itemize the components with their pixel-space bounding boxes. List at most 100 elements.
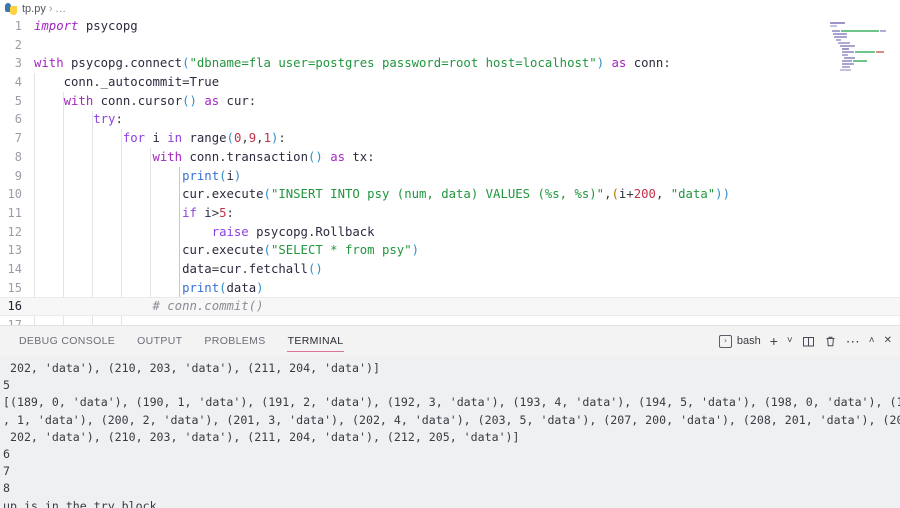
line-number: 10 xyxy=(7,187,22,202)
code-editor[interactable]: 1 import psycopg 2 3 with psycopg.connect("d… xyxy=(0,17,900,325)
code-line[interactable]: 13 cur.execute("SELECT * from psy") xyxy=(0,241,900,260)
line-number: 6 xyxy=(14,112,22,127)
token: "INSERT INTO psy (num, data) VALUES (%s,… xyxy=(270,187,605,202)
panel-tab-debug-console[interactable]: DEBUG CONSOLE xyxy=(8,326,126,356)
maximize-panel-button[interactable]: ˄ xyxy=(869,331,875,351)
more-actions-button[interactable]: ⋯ xyxy=(846,331,860,351)
code-line[interactable]: 7 for i in range(0,9,1): xyxy=(0,129,900,148)
line-content: for i in range(0,9,1): xyxy=(34,129,900,148)
code-line[interactable]: 10 cur.execute("INSERT INTO psy (num, da… xyxy=(0,185,900,204)
line-number: 4 xyxy=(14,75,22,90)
token: connect xyxy=(130,56,183,71)
new-terminal-button[interactable]: + xyxy=(770,331,778,351)
token: data xyxy=(226,280,257,295)
token: if xyxy=(182,205,197,220)
line-content: with psycopg.connect("dbname=fla user=po… xyxy=(34,54,900,73)
code-line[interactable]: 15 print(data) xyxy=(0,279,900,298)
token: . xyxy=(241,261,249,276)
breadcrumb[interactable]: tp.py › ... xyxy=(0,0,900,17)
token: with xyxy=(34,56,64,71)
token: conn xyxy=(633,56,664,71)
code-line[interactable]: 9 print(i) xyxy=(0,167,900,186)
token: print xyxy=(182,168,220,183)
code-line[interactable]: 11 if i>5: xyxy=(0,204,900,223)
line-number: 5 xyxy=(14,93,22,108)
code-line[interactable]: 6 try: xyxy=(0,110,900,129)
code-line[interactable]: 17 xyxy=(0,316,900,325)
token: psycopg xyxy=(256,224,308,239)
close-panel-button[interactable]: ✕ xyxy=(884,331,892,351)
token: 5 xyxy=(219,205,227,220)
code-line[interactable]: 3 with psycopg.connect("dbname=fla user=p… xyxy=(0,54,900,73)
token: ( xyxy=(263,187,271,202)
line-number: 14 xyxy=(7,261,22,276)
token: "data" xyxy=(670,187,716,202)
token: cur xyxy=(219,261,242,276)
panel-actions: › bash + ˅ ⋯ ˄ ✕ xyxy=(718,326,900,356)
token: , xyxy=(655,187,671,202)
line-number: 7 xyxy=(14,131,22,146)
split-terminal-button[interactable] xyxy=(802,331,815,351)
code-line[interactable]: 1 import psycopg xyxy=(0,17,900,36)
code-lines[interactable]: 1 import psycopg 2 3 with psycopg.connect("d… xyxy=(0,17,900,325)
code-line[interactable]: 14 data=cur.fetchall() xyxy=(0,260,900,279)
terminal-icon: › xyxy=(718,334,732,348)
panel-tabs[interactable]: DEBUG CONSOLE OUTPUT PROBLEMS TERMINAL xyxy=(8,326,354,356)
code-line[interactable]: 12 raise psycopg.Rollback xyxy=(0,223,900,242)
token: print xyxy=(182,280,220,295)
panel-tab-terminal[interactable]: TERMINAL xyxy=(277,326,355,356)
breadcrumb-overflow[interactable]: ... xyxy=(56,3,67,15)
token: . xyxy=(204,243,212,258)
terminal-output[interactable]: 202, 'data'), (210, 203, 'data'), (211, … xyxy=(0,356,900,508)
token: : xyxy=(115,112,123,127)
token: () xyxy=(182,93,197,108)
chevron-down-icon[interactable]: ˅ xyxy=(787,331,793,351)
token: ( xyxy=(219,280,227,295)
token: import xyxy=(34,19,79,33)
token: for xyxy=(122,131,146,146)
token: ( xyxy=(263,243,271,258)
line-number: 16 xyxy=(7,299,22,314)
token: as xyxy=(330,149,345,164)
token: . xyxy=(204,187,212,202)
token: i xyxy=(226,168,234,183)
token: True xyxy=(189,75,220,90)
token: . xyxy=(93,75,101,90)
token: 200 xyxy=(633,187,656,202)
code-line[interactable]: 8 with conn.transaction() as tx: xyxy=(0,148,900,167)
panel-tab-output[interactable]: OUTPUT xyxy=(126,326,193,356)
token: psycopg xyxy=(85,19,138,33)
code-line[interactable]: 16 # conn.commit() xyxy=(0,297,900,316)
terminal-line: 6 xyxy=(3,447,10,462)
code-line[interactable]: 4 conn._autocommit=True xyxy=(0,73,900,92)
line-content: cur.execute("SELECT * from psy") xyxy=(34,241,900,260)
terminal-line: 7 xyxy=(3,464,10,479)
terminal-shell-selector[interactable]: › bash xyxy=(718,331,761,351)
panel-tab-problems[interactable]: PROBLEMS xyxy=(193,326,276,356)
code-line[interactable]: 2 xyxy=(0,36,900,55)
kill-terminal-button[interactable] xyxy=(824,331,837,351)
terminal-shell-label: bash xyxy=(736,335,761,347)
line-number: 15 xyxy=(7,280,22,295)
token: transaction xyxy=(226,149,308,164)
line-content: if i>5: xyxy=(34,204,900,223)
python-file-icon xyxy=(4,2,17,15)
token: cur xyxy=(182,187,205,202)
token: as xyxy=(204,93,220,108)
token: Rollback xyxy=(315,224,375,239)
line-content: cur.execute("INSERT INTO psy (num, data)… xyxy=(34,185,900,204)
token: data xyxy=(182,261,212,276)
line-number: 3 xyxy=(14,56,22,71)
token: cursor xyxy=(137,93,183,108)
code-line[interactable]: 5 with conn.cursor() as cur: xyxy=(0,92,900,111)
line-number: 2 xyxy=(14,37,22,52)
breadcrumb-file[interactable]: tp.py xyxy=(22,3,46,15)
